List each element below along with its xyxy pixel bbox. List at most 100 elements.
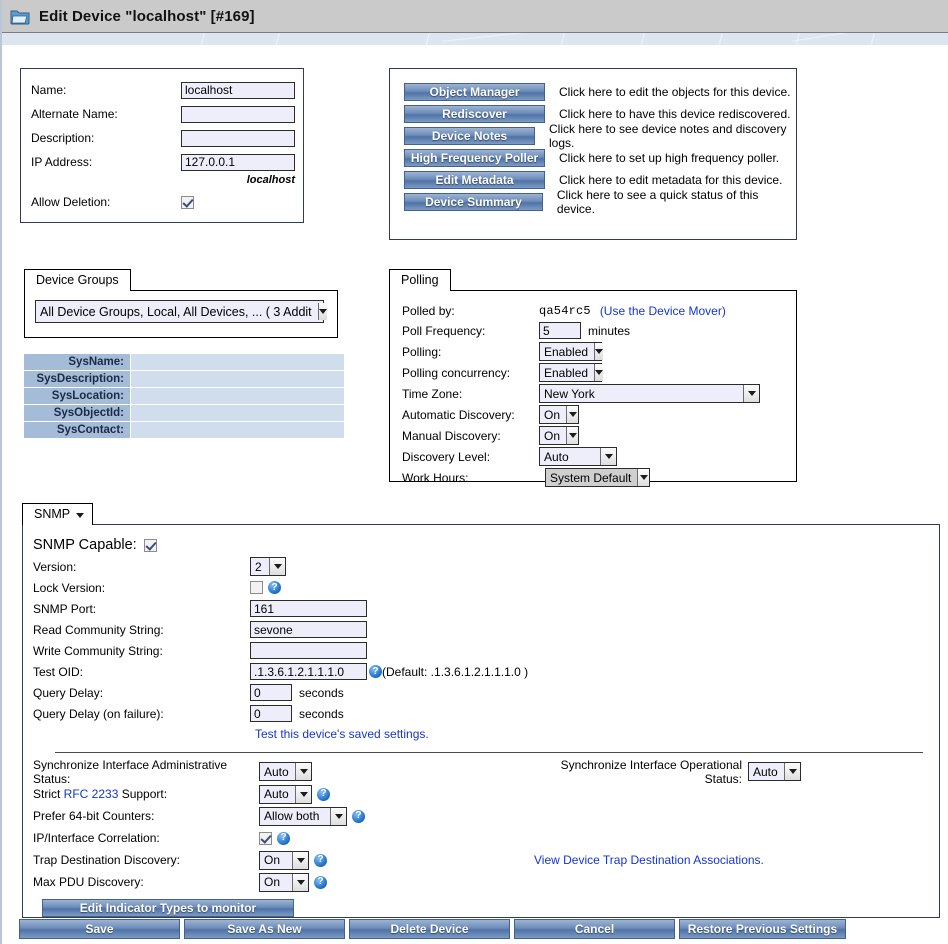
- snmp-port-input[interactable]: [250, 600, 367, 617]
- test-oid-input[interactable]: [250, 663, 367, 680]
- sysdescription-value: [130, 370, 345, 388]
- action-description: Click here to edit the objects for this …: [559, 85, 791, 99]
- trap-destination-discovery-row: Trap Destination Discovery: On ?: [33, 849, 939, 871]
- ip-interface-correlation-row: IP/Interface Correlation: ?: [33, 827, 939, 849]
- device-field-row: Alternate Name:: [31, 102, 303, 126]
- trap-destination-discovery-select[interactable]: On: [259, 850, 309, 870]
- read-community-input[interactable]: [250, 621, 367, 638]
- snmp-version-selected-value: 2: [255, 559, 262, 574]
- snmp-version-select[interactable]: 2: [250, 557, 286, 576]
- polled-by-row: Polled by: qa54rc5 (Use the Device Mover…: [402, 301, 796, 320]
- polling-select[interactable]: Enabled: [539, 342, 604, 361]
- delete-device-button[interactable]: Delete Device: [349, 919, 510, 939]
- high-frequency-poller-button[interactable]: High Frequency Poller: [404, 149, 545, 167]
- max-pdu-discovery-select[interactable]: On: [259, 872, 309, 892]
- sysdescription-label: SysDescription:: [23, 370, 131, 388]
- query-delay-failure-unit: seconds: [299, 706, 344, 721]
- help-icon[interactable]: ?: [314, 875, 327, 889]
- rediscover-button[interactable]: Rediscover: [404, 105, 545, 123]
- strict-rfc-label-post: Support:: [118, 787, 168, 801]
- action-description: Click here to see a quick status of this…: [556, 188, 759, 216]
- view-trap-destination-associations-link[interactable]: View Device Trap Destination Association…: [534, 853, 764, 867]
- action-description: Click here to see device notes and disco…: [549, 122, 787, 150]
- alternate-name-input[interactable]: [181, 105, 295, 123]
- cancel-button[interactable]: Cancel: [514, 919, 675, 939]
- name-label: Name:: [31, 83, 67, 97]
- help-icon[interactable]: ?: [314, 853, 327, 867]
- discovery-level-select[interactable]: Auto: [539, 447, 617, 466]
- edit-metadata-button[interactable]: Edit Metadata: [404, 171, 545, 189]
- object-manager-button[interactable]: Object Manager: [404, 83, 545, 101]
- table-row: SysContact:: [23, 421, 345, 439]
- chevron-down-icon: [743, 385, 759, 402]
- device-summary-button[interactable]: Device Summary: [404, 193, 543, 211]
- chevron-down-icon: [292, 851, 308, 869]
- sync-oper-status-select[interactable]: Auto: [748, 762, 801, 781]
- work-hours-select[interactable]: System Default: [545, 468, 650, 487]
- sys-info-table: SysName: SysDescription: SysLocation: Sy…: [23, 353, 345, 439]
- max-pdu-discovery-selected-value: On: [264, 875, 281, 889]
- chevron-down-icon: [594, 364, 604, 381]
- read-community-label: Read Community String:: [33, 622, 164, 637]
- strict-rfc-select[interactable]: Auto: [259, 784, 312, 804]
- page-title: Edit Device "localhost" [#169]: [39, 7, 255, 25]
- chevron-down-icon: [594, 343, 604, 360]
- device-groups-tab-label[interactable]: Device Groups: [24, 269, 131, 291]
- manual-discovery-select[interactable]: On: [539, 426, 579, 445]
- help-icon[interactable]: ?: [317, 787, 330, 801]
- snmp-capable-checkbox[interactable]: [143, 538, 157, 552]
- polling-panel: Polling Polled by: qa54rc5 (Use the Devi…: [389, 269, 797, 487]
- device-mover-link[interactable]: (Use the Device Mover): [600, 304, 726, 318]
- help-icon[interactable]: ?: [352, 809, 365, 823]
- lock-version-label: Lock Version:: [33, 580, 106, 595]
- snmp-tab-text: SNMP: [34, 507, 71, 521]
- query-delay-input[interactable]: [250, 684, 292, 701]
- device-notes-button[interactable]: Device Notes: [404, 127, 535, 145]
- action-description: Click here to set up high frequency poll…: [559, 151, 780, 165]
- sync-admin-status-select[interactable]: Auto: [259, 762, 312, 781]
- prefer-64bit-select[interactable]: Allow both: [259, 806, 347, 826]
- prefer-64bit-label: Prefer 64-bit Counters:: [33, 809, 155, 823]
- trap-destination-discovery-selected-value: On: [264, 853, 281, 867]
- help-icon[interactable]: ?: [277, 831, 290, 845]
- rfc-2233-link[interactable]: RFC 2233: [64, 787, 119, 801]
- name-input[interactable]: [181, 81, 295, 99]
- lock-version-row: Lock Version: ?: [33, 577, 939, 598]
- trap-destination-discovery-label: Trap Destination Discovery:: [33, 853, 180, 867]
- allow-deletion-checkbox[interactable]: [181, 195, 194, 209]
- query-delay-failure-input[interactable]: [250, 705, 292, 722]
- polling-label: Polling:: [402, 344, 442, 359]
- polling-concurrency-select[interactable]: Enabled: [539, 363, 604, 382]
- device-groups-select[interactable]: All Device Groups, Local, All Devices, .…: [35, 300, 327, 323]
- time-zone-select[interactable]: New York: [539, 384, 760, 403]
- polling-tab-label[interactable]: Polling: [389, 269, 451, 291]
- lock-version-checkbox[interactable]: [250, 581, 263, 594]
- snmp-tab-label[interactable]: SNMP: [22, 503, 94, 525]
- syscontact-label: SysContact:: [23, 421, 131, 439]
- write-community-input[interactable]: [250, 642, 367, 659]
- chevron-down-icon: [330, 807, 346, 825]
- edit-indicator-types-button[interactable]: Edit Indicator Types to monitor: [42, 899, 294, 917]
- help-icon[interactable]: ?: [268, 581, 281, 594]
- description-input[interactable]: [181, 129, 295, 147]
- save-button[interactable]: Save: [19, 919, 180, 939]
- time-zone-row: Time Zone: New York: [402, 383, 796, 404]
- poll-frequency-input[interactable]: [539, 322, 581, 339]
- max-pdu-discovery-label: Max PDU Discovery:: [33, 875, 144, 889]
- strict-rfc-label: Strict RFC 2233 Support:: [33, 787, 259, 801]
- restore-previous-settings-button[interactable]: Restore Previous Settings: [679, 919, 846, 939]
- test-saved-settings-link[interactable]: Test this device's saved settings.: [255, 727, 429, 741]
- sync-oper-status-row: Synchronize Interface Operational Status…: [534, 758, 801, 786]
- device-actions-panel: Object Manager Click here to edit the ob…: [389, 68, 797, 240]
- save-as-new-button[interactable]: Save As New: [184, 919, 345, 939]
- device-field-row: IP Address:: [31, 150, 303, 174]
- action-row: Object Manager Click here to edit the ob…: [404, 81, 796, 103]
- sync-admin-status-row: Synchronize Interface Administrative Sta…: [33, 758, 939, 786]
- polled-by-value: qa54rc5: [539, 303, 591, 318]
- ip-interface-correlation-checkbox[interactable]: [259, 831, 272, 845]
- table-row: SysObjectId:: [23, 404, 345, 422]
- automatic-discovery-select[interactable]: On: [539, 405, 579, 424]
- help-icon[interactable]: ?: [369, 665, 382, 678]
- ip-address-input[interactable]: [181, 153, 295, 171]
- syslocation-value: [130, 387, 345, 405]
